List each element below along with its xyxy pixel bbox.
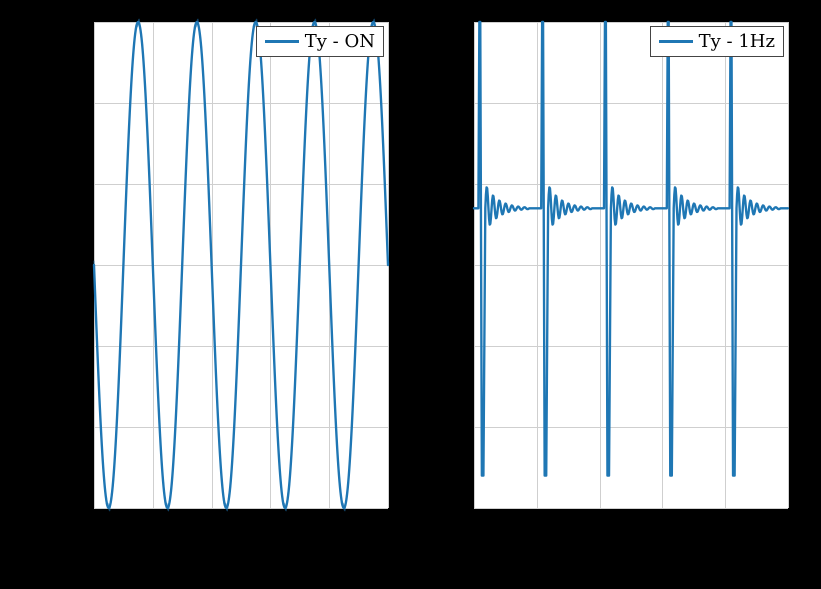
legend-b: Ty - 1Hz [650,26,784,57]
ytick: 0 [50,255,86,276]
xtick: 3 [265,516,276,537]
xtick: 5 [384,516,395,537]
xtick: 1 [530,516,541,537]
ytick: -1 [430,418,466,439]
title-a: (a) [227,568,256,589]
plot-area-b: Ty - 1Hz [472,20,790,510]
xtick: 2 [205,516,216,537]
xtick: 0 [466,516,477,537]
ytick: 1.5 [430,10,466,31]
legend-label-b: Ty - 1Hz [699,31,775,52]
xtick: 0 [86,516,97,537]
ytick: -0.5 [50,336,86,357]
series-ty-1hz [474,22,788,476]
xlabel-a: Time [s] [92,546,390,570]
ytick: 0.5 [50,173,86,194]
xtick: 1 [146,516,157,537]
panel-a: Ty - ON 0 1 2 3 4 5 -1.5 -1 -0.5 0 0.5 1… [0,0,410,588]
ytick: 1 [50,91,86,112]
panel-b: Ty - 1Hz 0 1 2 3 4 5 -1.5 -1 -0.5 0 0.5 … [410,0,821,588]
series-ty-on-noise [94,19,388,510]
ytick: 0.5 [430,173,466,194]
ylabel-a: Torque [mNm] [30,110,54,410]
legend-line-icon [659,40,693,43]
xlabel-b: Time [s] [472,546,790,570]
ytick: -0.5 [430,336,466,357]
legend-label-a: Ty - ON [305,31,375,52]
ytick: -1 [50,418,86,439]
ytick: -1.5 [430,500,466,521]
plot-area-a: Ty - ON [92,20,390,510]
xtick: 3 [657,516,668,537]
ytick: 1 [430,91,466,112]
ytick: 0 [430,255,466,276]
ytick: 1.5 [50,10,86,31]
xtick: 2 [593,516,604,537]
title-b: (b) [616,568,646,589]
xtick: 4 [721,516,732,537]
legend-a: Ty - ON [256,26,384,57]
xtick: 5 [784,516,795,537]
legend-line-icon [265,40,299,43]
xtick: 4 [325,516,336,537]
ytick: -1.5 [50,500,86,521]
